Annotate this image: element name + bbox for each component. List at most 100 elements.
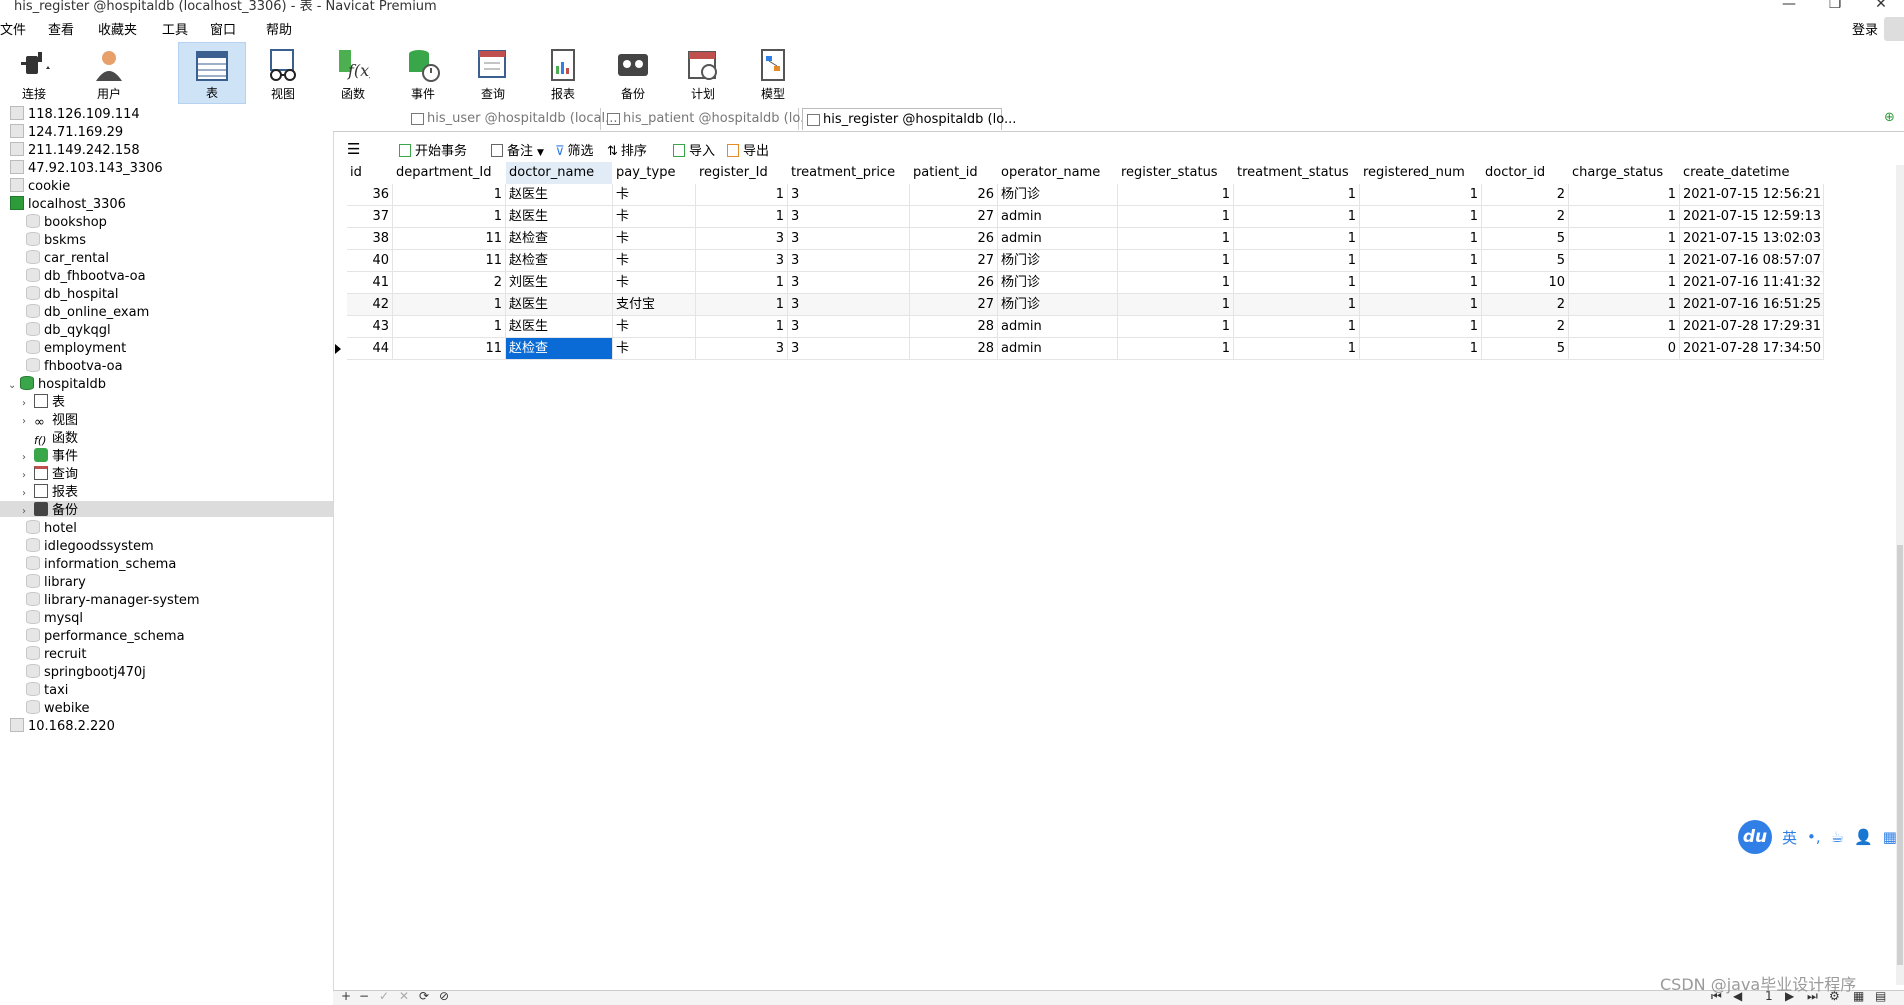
- cell-charge-status[interactable]: 1: [1569, 272, 1680, 294]
- cell-id[interactable]: 42: [347, 294, 393, 316]
- tree-server[interactable]: 211.149.242.158: [10, 142, 140, 160]
- cell-treatment-status[interactable]: 1: [1234, 272, 1360, 294]
- cell-patient-id[interactable]: 27: [910, 206, 998, 228]
- cell-registered-num[interactable]: 1: [1360, 206, 1482, 228]
- cell-pay-type[interactable]: 支付宝: [613, 294, 696, 316]
- chevron-down-icon[interactable]: ⌄: [8, 377, 20, 395]
- cell-treatment-status[interactable]: 1: [1234, 338, 1360, 360]
- cell-pay-type[interactable]: 卡: [613, 316, 696, 338]
- cell-patient-id[interactable]: 27: [910, 250, 998, 272]
- delete-record-icon[interactable]: −: [359, 989, 369, 1003]
- tree-db[interactable]: idlegoodssystem: [26, 538, 154, 556]
- column-header-register-id[interactable]: register_Id: [696, 162, 787, 184]
- cell-doctor-name[interactable]: 赵医生: [506, 184, 613, 206]
- begin-transaction-button[interactable]: 开始事务: [399, 140, 467, 159]
- tree-db[interactable]: employment: [26, 340, 126, 358]
- cell-pay-type[interactable]: 卡: [613, 338, 696, 360]
- minimize-button[interactable]: —: [1766, 0, 1812, 12]
- cell-operator-name[interactable]: 杨门诊: [998, 250, 1118, 272]
- cell-registered-num[interactable]: 1: [1360, 272, 1482, 294]
- column-header-id[interactable]: id: [347, 162, 392, 184]
- cell-create-datetime[interactable]: 2021-07-15 13:02:03: [1680, 228, 1824, 250]
- cell-charge-status[interactable]: 1: [1569, 316, 1680, 338]
- cell-id[interactable]: 36: [347, 184, 393, 206]
- view-button[interactable]: 视图: [249, 42, 317, 104]
- tree-server[interactable]: 10.168.2.220: [10, 718, 115, 736]
- cell-treatment-price[interactable]: 3: [788, 316, 910, 338]
- report-button[interactable]: 报表: [529, 42, 597, 104]
- cell-charge-status[interactable]: 0: [1569, 338, 1680, 360]
- cell-pay-type[interactable]: 卡: [613, 272, 696, 294]
- cell-doctor-id[interactable]: 2: [1482, 184, 1569, 206]
- tree-db[interactable]: bookshop: [26, 214, 107, 232]
- cell-treatment-status[interactable]: 1: [1234, 316, 1360, 338]
- chevron-right-icon[interactable]: ›: [22, 395, 34, 413]
- cell-patient-id[interactable]: 26: [910, 228, 998, 250]
- import-button[interactable]: 导入: [673, 140, 715, 159]
- refresh-icon[interactable]: ⟳: [419, 989, 429, 1003]
- cell-charge-status[interactable]: 1: [1569, 228, 1680, 250]
- cell-doctor-name[interactable]: 赵医生: [506, 294, 613, 316]
- discard-changes-icon[interactable]: ✕: [399, 989, 409, 1003]
- query-button[interactable]: 查询: [459, 42, 527, 104]
- cell-doctor-name[interactable]: 赵检查: [506, 250, 613, 272]
- cell-register-status[interactable]: 1: [1118, 250, 1234, 272]
- cell-register-status[interactable]: 1: [1118, 272, 1234, 294]
- tree-server[interactable]: cookie: [10, 178, 70, 196]
- column-header-doctor-id[interactable]: doctor_id: [1482, 162, 1568, 184]
- tree-db[interactable]: library-manager-system: [26, 592, 200, 610]
- cell-doctor-name[interactable]: 赵医生: [506, 206, 613, 228]
- user-button[interactable]: 用户: [75, 42, 143, 104]
- ime-language-toggle[interactable]: 英: [1782, 827, 1797, 848]
- tree-db[interactable]: car_rental: [26, 250, 109, 268]
- cell-patient-id[interactable]: 28: [910, 316, 998, 338]
- cell-registered-num[interactable]: 1: [1360, 228, 1482, 250]
- menu-view[interactable]: 查看: [48, 19, 74, 38]
- cell-operator-name[interactable]: 杨门诊: [998, 294, 1118, 316]
- cell-doctor-name[interactable]: 刘医生: [506, 272, 613, 294]
- cell-department-id[interactable]: 1: [393, 294, 506, 316]
- tab-his-register[interactable]: his_register @hospitaldb (lo...: [802, 108, 1016, 130]
- model-button[interactable]: 模型: [739, 42, 807, 104]
- cell-register-status[interactable]: 1: [1118, 316, 1234, 338]
- cell-treatment-status[interactable]: 1: [1234, 294, 1360, 316]
- cell-create-datetime[interactable]: 2021-07-16 08:57:07: [1680, 250, 1824, 272]
- note-button[interactable]: 备注 ▼: [491, 140, 544, 159]
- tree-item-reports[interactable]: › 报表: [22, 484, 78, 502]
- tree-server[interactable]: 47.92.103.143_3306: [10, 160, 163, 178]
- tree-db[interactable]: webike: [26, 700, 90, 718]
- cell-operator-name[interactable]: admin: [998, 338, 1118, 360]
- cell-register-status[interactable]: 1: [1118, 184, 1234, 206]
- tree-db[interactable]: fhbootva-oa: [26, 358, 123, 376]
- cell-charge-status[interactable]: 1: [1569, 184, 1680, 206]
- column-header-register-status[interactable]: register_status: [1118, 162, 1233, 184]
- tree-db[interactable]: db_fhbootva-oa: [26, 268, 146, 286]
- cell-create-datetime[interactable]: 2021-07-15 12:59:13: [1680, 206, 1824, 228]
- tree-item-events[interactable]: › 事件: [22, 448, 78, 466]
- cell-treatment-price[interactable]: 3: [788, 272, 910, 294]
- cell-pay-type[interactable]: 卡: [613, 184, 696, 206]
- tree-item-backups[interactable]: › 备份: [22, 502, 78, 520]
- cell-treatment-price[interactable]: 3: [788, 184, 910, 206]
- baidu-ime-logo-icon[interactable]: du: [1738, 820, 1772, 854]
- cell-doctor-id[interactable]: 5: [1482, 228, 1569, 250]
- cell-id[interactable]: 38: [347, 228, 393, 250]
- cell-create-datetime[interactable]: 2021-07-16 11:41:32: [1680, 272, 1824, 294]
- cell-operator-name[interactable]: 杨门诊: [998, 184, 1118, 206]
- tree-db[interactable]: taxi: [26, 682, 68, 700]
- cell-operator-name[interactable]: 杨门诊: [998, 272, 1118, 294]
- cell-registered-num[interactable]: 1: [1360, 316, 1482, 338]
- ime-person-icon[interactable]: 👤: [1854, 828, 1873, 846]
- cell-register-id[interactable]: 3: [696, 228, 788, 250]
- tree-db[interactable]: bskms: [26, 232, 86, 250]
- schedule-button[interactable]: 计划: [669, 42, 737, 104]
- function-button[interactable]: f(x) 函数: [319, 42, 387, 104]
- tree-item-views[interactable]: › ∞ 视图: [22, 412, 78, 430]
- column-header-patient-id[interactable]: patient_id: [910, 162, 997, 184]
- chevron-right-icon[interactable]: ›: [22, 413, 34, 431]
- apply-changes-icon[interactable]: ✓: [379, 989, 389, 1003]
- column-header-treatment-status[interactable]: treatment_status: [1234, 162, 1359, 184]
- menu-window[interactable]: 窗口: [210, 19, 236, 38]
- cell-id[interactable]: 43: [347, 316, 393, 338]
- column-header-registered-num[interactable]: registered_num: [1360, 162, 1481, 184]
